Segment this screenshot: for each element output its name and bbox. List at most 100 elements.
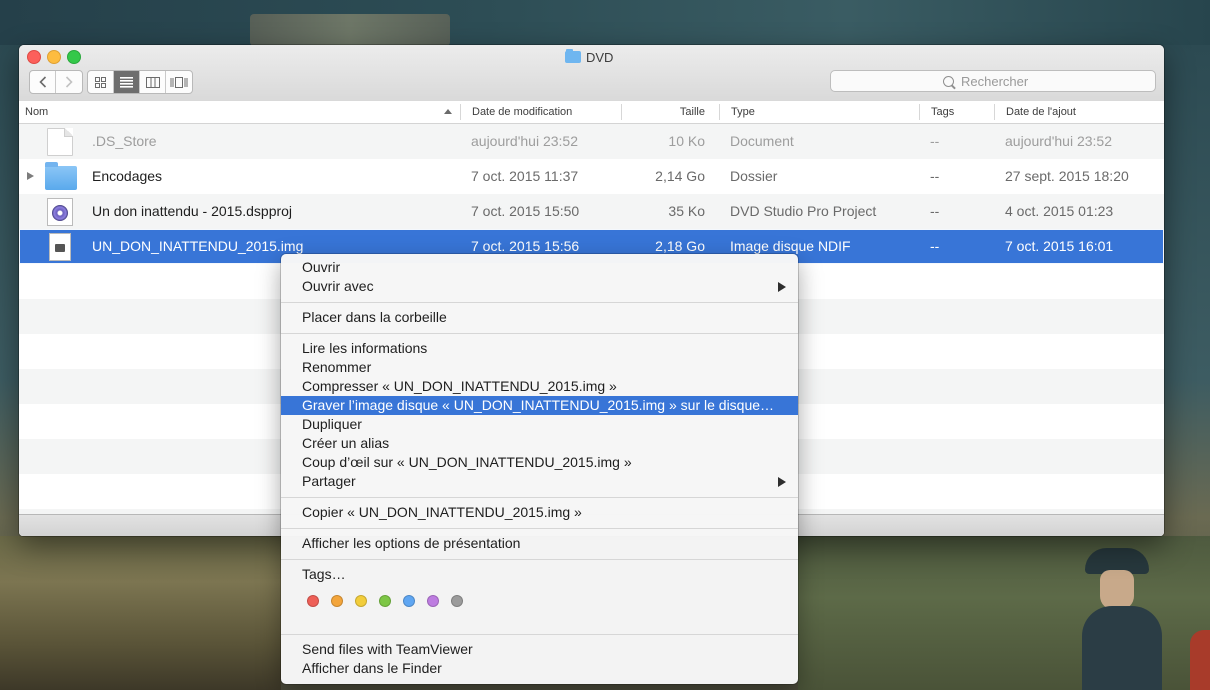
zoom-button[interactable] — [67, 50, 81, 64]
file-tags: -- — [930, 203, 940, 219]
window-title: DVD — [565, 48, 613, 66]
menu-separator — [281, 497, 798, 498]
coverflow-view-button[interactable] — [166, 71, 192, 93]
column-date-added[interactable]: Date de l'ajout — [1006, 101, 1076, 123]
menu-item-compress[interactable]: Compresser « UN_DON_INATTENDU_2015.img » — [281, 377, 798, 396]
back-button[interactable] — [30, 71, 56, 93]
menu-item-view-options[interactable]: Afficher les options de présentation — [281, 534, 798, 553]
list-view-button[interactable] — [114, 71, 140, 93]
menu-item-move-to-trash[interactable]: Placer dans la corbeille — [281, 308, 798, 327]
icon-view-button[interactable] — [88, 71, 114, 93]
close-button[interactable] — [27, 50, 41, 64]
menu-item-burn-disk-image[interactable]: Graver l’image disque « UN_DON_INATTENDU… — [281, 396, 798, 415]
window-title-label: DVD — [586, 49, 614, 65]
menu-item-rename[interactable]: Renommer — [281, 358, 798, 377]
file-type: Document — [730, 133, 794, 149]
column-header: Nom Date de modification Taille Type Tag… — [19, 101, 1164, 124]
chevron-left-icon — [38, 76, 46, 88]
desktop-wallpaper — [0, 0, 1210, 45]
context-menu: Ouvrir Ouvrir avec Placer dans la corbei… — [281, 254, 798, 684]
menu-separator — [281, 302, 798, 303]
wallpaper-figure-head — [1100, 570, 1134, 610]
menu-item-copy[interactable]: Copier « UN_DON_INATTENDU_2015.img » — [281, 503, 798, 522]
disk-image-icon — [49, 233, 71, 261]
file-size: 35 Ko — [668, 203, 705, 219]
column-tags[interactable]: Tags — [931, 101, 954, 123]
menu-separator — [281, 528, 798, 529]
file-date-added: 4 oct. 2015 01:23 — [1005, 203, 1114, 219]
menu-item-quick-look[interactable]: Coup d’œil sur « UN_DON_INATTENDU_2015.i… — [281, 453, 798, 472]
column-size[interactable]: Taille — [622, 101, 705, 123]
column-divider[interactable] — [919, 104, 920, 120]
column-name[interactable]: Nom — [25, 101, 48, 123]
menu-separator — [281, 634, 798, 635]
submenu-arrow-icon — [778, 282, 786, 292]
column-divider[interactable] — [460, 104, 461, 120]
forward-button[interactable] — [56, 71, 82, 93]
menu-item-tags[interactable]: Tags… — [281, 565, 798, 584]
dvd-studio-project-icon — [47, 198, 73, 226]
file-size: 10 Ko — [668, 133, 705, 149]
wallpaper-figure-red — [1190, 630, 1210, 690]
sort-ascending-icon — [444, 109, 452, 114]
file-tags: -- — [930, 168, 940, 184]
list-icon — [120, 76, 133, 88]
folder-icon — [565, 49, 581, 63]
minimize-button[interactable] — [47, 50, 61, 64]
menu-item-reveal-in-finder[interactable]: Afficher dans le Finder — [281, 659, 798, 678]
file-row-encodages[interactable]: Encodages 7 oct. 2015 11:37 2,14 Go Doss… — [19, 159, 1164, 194]
grid-icon — [95, 76, 106, 88]
menu-item-duplicate[interactable]: Dupliquer — [281, 415, 798, 434]
file-row-dspproj[interactable]: Un don inattendu - 2015.dspproj 7 oct. 2… — [19, 194, 1164, 229]
file-date-added: 7 oct. 2015 16:01 — [1005, 238, 1114, 254]
file-date: 7 oct. 2015 11:37 — [471, 168, 579, 184]
file-date-added: aujourd'hui 23:52 — [1005, 133, 1112, 149]
file-name: .DS_Store — [92, 133, 157, 149]
navigation-buttons — [29, 70, 83, 94]
menu-separator — [281, 333, 798, 334]
column-type[interactable]: Type — [731, 101, 755, 123]
menu-separator — [281, 559, 798, 560]
menu-item-share-label: Partager — [302, 473, 356, 489]
document-icon — [47, 128, 73, 156]
tag-green-dot[interactable] — [379, 595, 391, 607]
search-input[interactable] — [959, 72, 1043, 90]
tag-blue-dot[interactable] — [403, 595, 415, 607]
tag-red-dot[interactable] — [307, 595, 319, 607]
file-name: Encodages — [92, 168, 163, 184]
wallpaper-figure-body — [1082, 606, 1162, 690]
file-tags: -- — [930, 133, 940, 149]
tag-gray-dot[interactable] — [451, 595, 463, 607]
tag-purple-dot[interactable] — [427, 595, 439, 607]
menu-item-open[interactable]: Ouvrir — [281, 258, 798, 277]
view-mode-buttons — [87, 70, 193, 94]
file-name: Un don inattendu - 2015.dspproj — [92, 203, 293, 219]
file-tags: -- — [930, 238, 940, 254]
menu-item-get-info[interactable]: Lire les informations — [281, 339, 798, 358]
submenu-arrow-icon — [778, 477, 786, 487]
file-date: aujourd'hui 23:52 — [471, 133, 578, 149]
menu-item-open-with-label: Ouvrir avec — [302, 278, 374, 294]
titlebar: DVD — [19, 45, 1164, 102]
file-date-added: 27 sept. 2015 18:20 — [1005, 168, 1129, 184]
tag-yellow-dot[interactable] — [355, 595, 367, 607]
menu-item-make-alias[interactable]: Créer un alias — [281, 434, 798, 453]
column-date[interactable]: Date de modification — [472, 101, 572, 123]
column-divider[interactable] — [994, 104, 995, 120]
folder-icon — [45, 162, 77, 190]
file-type: Dossier — [730, 168, 778, 184]
menu-item-open-with[interactable]: Ouvrir avec — [281, 277, 798, 296]
disclosure-triangle-icon[interactable] — [27, 172, 34, 180]
search-field[interactable] — [830, 70, 1156, 92]
menu-item-teamviewer[interactable]: Send files with TeamViewer — [281, 640, 798, 659]
column-divider[interactable] — [719, 104, 720, 120]
column-view-button[interactable] — [140, 71, 166, 93]
tag-orange-dot[interactable] — [331, 595, 343, 607]
wallpaper-sign — [250, 14, 450, 46]
chevron-right-icon — [65, 76, 73, 88]
wallpaper-lower-left — [0, 536, 281, 690]
file-row-ds-store[interactable]: .DS_Store aujourd'hui 23:52 10 Ko Docume… — [19, 124, 1164, 159]
menu-item-share[interactable]: Partager — [281, 472, 798, 491]
columns-icon — [145, 76, 160, 88]
file-type: DVD Studio Pro Project — [730, 203, 877, 219]
